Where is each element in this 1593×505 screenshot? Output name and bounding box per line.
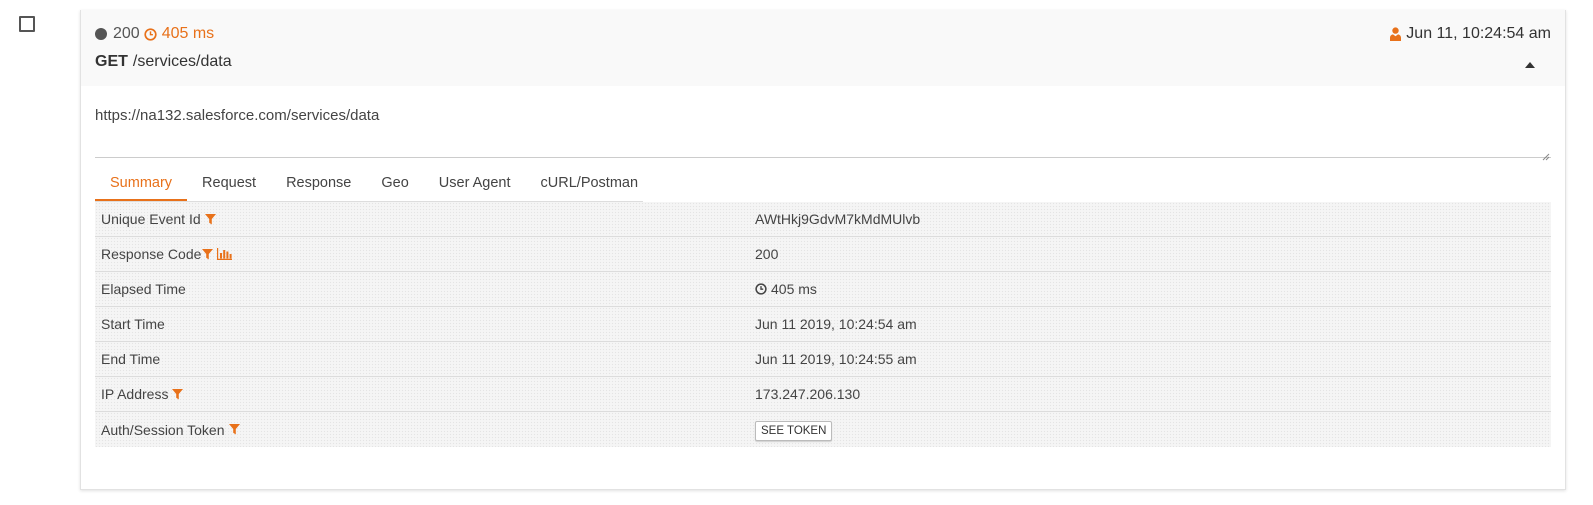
tab-curl-postman[interactable]: cURL/Postman: [526, 167, 654, 201]
row-label-text: Start Time: [101, 316, 165, 332]
row-label-text: Auth/Session Token: [101, 421, 225, 438]
see-token-button[interactable]: SEE TOKEN: [755, 420, 833, 441]
row-label-text: Response Code: [101, 246, 202, 262]
table-row: Response Code 200: [95, 237, 1551, 272]
status-line: 200 405 ms: [95, 25, 214, 43]
tab-response[interactable]: Response: [271, 167, 366, 201]
row-select-checkbox[interactable]: [19, 16, 35, 32]
request-url: https://na132.salesforce.com/services/da…: [95, 107, 380, 124]
http-method: GET: [95, 53, 128, 70]
table-row: IP Address 173.247.206.130: [95, 377, 1551, 412]
filter-icon[interactable]: [204, 213, 216, 225]
filter-icon[interactable]: [228, 424, 240, 435]
table-row: Auth/Session Token SEE TOKEN: [95, 412, 1551, 447]
collapse-caret-icon[interactable]: [1525, 62, 1535, 68]
row-label: Auth/Session Token: [95, 422, 755, 438]
row-label-text: Elapsed Time: [101, 281, 186, 297]
tab-summary[interactable]: Summary: [95, 167, 188, 201]
row-value: SEE TOKEN: [755, 419, 1551, 441]
event-header: 200 405 ms GET/services/data Jun 11, 10:…: [81, 10, 1565, 86]
row-value: Jun 11 2019, 10:24:54 am: [755, 316, 917, 332]
detail-tabs: Summary Request Response Geo User Agent …: [95, 167, 643, 202]
row-value: 200: [755, 246, 779, 262]
filter-icon[interactable]: [202, 248, 214, 260]
row-label: Start Time: [95, 316, 755, 332]
row-value: Jun 11 2019, 10:24:55 am: [755, 351, 917, 367]
status-dot-icon: [95, 28, 107, 40]
row-value: 405 ms: [755, 281, 1551, 297]
resize-handle-icon[interactable]: [1542, 148, 1550, 161]
tab-geo[interactable]: Geo: [366, 167, 423, 201]
request-path: /services/data: [132, 53, 232, 70]
row-label: End Time: [95, 351, 755, 367]
clock-icon: [755, 283, 767, 295]
event-timestamp: Jun 11, 10:24:54 am: [1390, 25, 1551, 43]
user-icon: [1390, 27, 1402, 41]
table-row: Elapsed Time 405 ms: [95, 272, 1551, 307]
table-row: Start Time Jun 11 2019, 10:24:54 am: [95, 307, 1551, 342]
event-card: 200 405 ms GET/services/data Jun 11, 10:…: [80, 10, 1566, 490]
row-value: AWtHkj9GdvM7kMdMUlvb: [755, 211, 921, 227]
table-row: End Time Jun 11 2019, 10:24:55 am: [95, 342, 1551, 377]
tab-user-agent[interactable]: User Agent: [424, 167, 526, 201]
bar-chart-icon[interactable]: [217, 248, 233, 260]
elapsed-value: 405 ms: [771, 281, 817, 297]
tab-request[interactable]: Request: [187, 167, 271, 201]
summary-table: Unique Event Id AWtHkj9GdvM7kMdMUlvb Res…: [95, 202, 1551, 447]
row-label: Response Code: [95, 246, 755, 262]
request-line: GET/services/data: [95, 53, 232, 71]
request-url-field[interactable]: https://na132.salesforce.com/services/da…: [95, 100, 1551, 161]
row-label-text: End Time: [101, 351, 161, 367]
row-label: Elapsed Time: [95, 281, 755, 297]
row-label-text: IP Address: [101, 386, 169, 402]
table-row: Unique Event Id AWtHkj9GdvM7kMdMUlvb: [95, 202, 1551, 237]
timestamp-text: Jun 11, 10:24:54 am: [1406, 25, 1551, 42]
row-value: 173.247.206.130: [755, 386, 861, 402]
elapsed-time: 405 ms: [161, 25, 215, 42]
clock-icon: [144, 27, 157, 41]
row-label-text: Unique Event Id: [101, 211, 201, 227]
filter-icon[interactable]: [172, 388, 184, 400]
row-label: Unique Event Id: [95, 211, 755, 227]
row-label: IP Address: [95, 386, 755, 402]
status-code: 200: [113, 25, 140, 42]
